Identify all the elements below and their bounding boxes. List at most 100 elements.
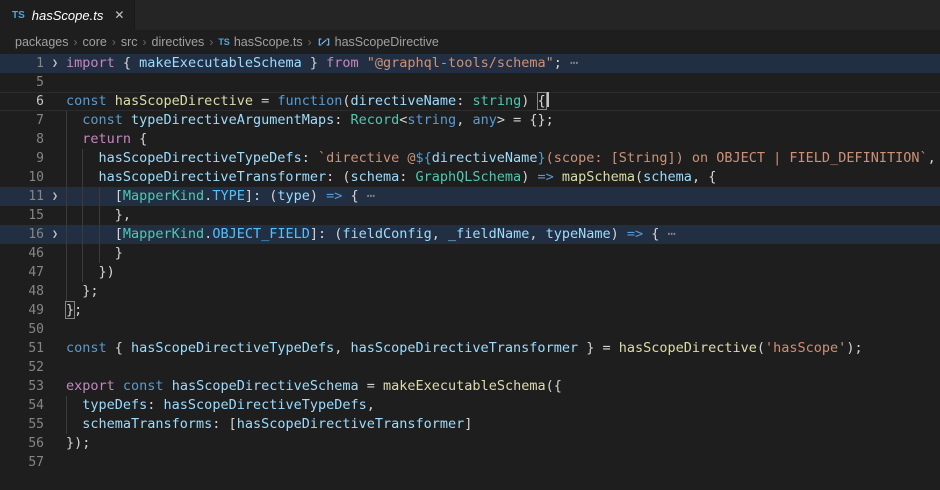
code-line: 51const { hasScopeDirectiveTypeDefs, has…: [0, 339, 940, 358]
code-content[interactable]: export const hasScopeDirectiveSchema = m…: [66, 377, 562, 396]
code-content[interactable]: }: [66, 244, 123, 263]
gutter: 8: [0, 130, 66, 149]
code-content[interactable]: typeDefs: hasScopeDirectiveTypeDefs,: [66, 396, 375, 415]
fold-chevron-icon[interactable]: ❯: [44, 187, 66, 206]
breadcrumb-item-core[interactable]: core: [83, 35, 107, 49]
gutter: 51: [0, 339, 66, 358]
code-content[interactable]: return {: [66, 130, 147, 149]
code-content[interactable]: hasScopeDirectiveTransformer: (schema: G…: [66, 168, 716, 187]
token-pun: }): [99, 264, 115, 280]
indent-guide: [82, 187, 98, 206]
token-type: GraphQLSchema: [416, 169, 522, 185]
token-pun: ({: [546, 378, 562, 394]
token-str: 'hasScope': [765, 340, 846, 356]
token-var: schema: [350, 169, 399, 185]
token-pun: ,: [334, 340, 350, 356]
indent-guide: [66, 149, 82, 168]
fold-spacer: [44, 168, 66, 187]
gutter: 7: [0, 111, 66, 130]
breadcrumb-item-symbol[interactable]: hasScopeDirective: [317, 35, 439, 49]
code-content[interactable]: };: [66, 301, 82, 320]
fold-chevron-icon[interactable]: ❯: [44, 54, 66, 73]
code-line: 6const hasScopeDirective = function(dire…: [0, 92, 940, 111]
gutter: 50: [0, 320, 66, 339]
gutter: 53: [0, 377, 66, 396]
close-icon[interactable]: ✕: [114, 9, 124, 21]
code-content[interactable]: });: [66, 434, 90, 453]
token-str: "@graphql-tools/schema": [367, 55, 554, 71]
code-line: 56});: [0, 434, 940, 453]
gutter: 9: [0, 149, 66, 168]
code-content[interactable]: const { hasScopeDirectiveTypeDefs, hasSc…: [66, 339, 863, 358]
token-var: hasScopeDirectiveTypeDefs: [99, 150, 302, 166]
code-content[interactable]: const typeDirectiveArgumentMaps: Record<…: [66, 111, 554, 130]
line-number: 56: [0, 434, 44, 453]
token-fold: ⋯: [562, 55, 578, 71]
token-pun: };: [82, 283, 98, 299]
token-kw: any: [472, 112, 496, 128]
gutter: 11❯: [0, 187, 66, 206]
token-kw: string: [407, 112, 456, 128]
fold-spacer: [44, 206, 66, 225]
token-str: (scope: [String]) on OBJECT | FIELD_DEFI…: [546, 150, 928, 166]
token-pun: },: [115, 207, 131, 223]
code-content[interactable]: import { makeExecutableSchema } from "@g…: [66, 54, 578, 73]
indent-guide: [99, 187, 115, 206]
indent-guide: [66, 225, 82, 244]
gutter: 49: [0, 301, 66, 320]
token-var: typeDirectiveArgumentMaps: [131, 112, 334, 128]
breadcrumb-item-src[interactable]: src: [121, 35, 138, 49]
token-pun: =: [359, 378, 383, 394]
breadcrumb-item-file[interactable]: TS hasScope.ts: [218, 35, 302, 49]
code-line: 7const typeDirectiveArgumentMaps: Record…: [0, 111, 940, 130]
fold-chevron-icon[interactable]: ❯: [44, 225, 66, 244]
token-pun: ,: [432, 226, 448, 242]
token-pun: }: [115, 245, 123, 261]
fold-spacer: [44, 396, 66, 415]
chevron-right-icon: ›: [308, 35, 312, 49]
gutter: 56: [0, 434, 66, 453]
breadcrumb-item-directives[interactable]: directives: [152, 35, 205, 49]
token-fn: hasScopeDirective: [115, 93, 253, 109]
code-content[interactable]: [MapperKind.OBJECT_FIELD]: (fieldConfig,…: [66, 225, 676, 244]
token-str: `directive @: [318, 150, 416, 166]
token-var: _fieldName: [448, 226, 529, 242]
line-number: 10: [0, 168, 44, 187]
token-pun: [359, 55, 367, 71]
fold-spacer: [44, 434, 66, 453]
code-content[interactable]: const hasScopeDirective = function(direc…: [66, 92, 549, 111]
code-content[interactable]: schemaTransforms: [hasScopeDirectiveTran…: [66, 415, 472, 434]
token-pun: {: [643, 226, 659, 242]
token-ctrl: return: [82, 131, 131, 147]
token-pun: ]: (: [245, 188, 278, 204]
token-pun: (: [635, 169, 643, 185]
code-content[interactable]: hasScopeDirectiveTypeDefs: `directive @$…: [66, 149, 936, 168]
token-var: typeName: [546, 226, 611, 242]
gutter: 47: [0, 263, 66, 282]
token-pun: ,: [928, 150, 936, 166]
token-pun: :: [302, 150, 318, 166]
token-pun: ): [521, 169, 537, 185]
token-kw: ${: [416, 150, 432, 166]
token-pun: :: [147, 397, 163, 413]
code-content[interactable]: [MapperKind.TYPE]: (type) => { ⋯: [66, 187, 375, 206]
token-fold: ⋯: [359, 188, 375, 204]
code-content[interactable]: };: [66, 282, 99, 301]
token-pun: > = {};: [497, 112, 554, 128]
token-pun: [115, 378, 123, 394]
fold-spacer: [44, 415, 66, 434]
indent-guide: [82, 206, 98, 225]
code-content[interactable]: }): [66, 263, 115, 282]
indent-guide: [99, 206, 115, 225]
indent-guide: [66, 244, 82, 263]
token-const: OBJECT_FIELD: [212, 226, 310, 242]
token-pun: [554, 169, 562, 185]
token-pun: ,: [529, 226, 545, 242]
code-content[interactable]: },: [66, 206, 131, 225]
code-line: 15},: [0, 206, 940, 225]
token-var: hasScopeDirectiveSchema: [172, 378, 359, 394]
line-number: 55: [0, 415, 44, 434]
tab-hasscope[interactable]: TS hasScope.ts ✕: [0, 0, 135, 30]
breadcrumb-item-packages[interactable]: packages: [15, 35, 69, 49]
line-number: 9: [0, 149, 44, 168]
